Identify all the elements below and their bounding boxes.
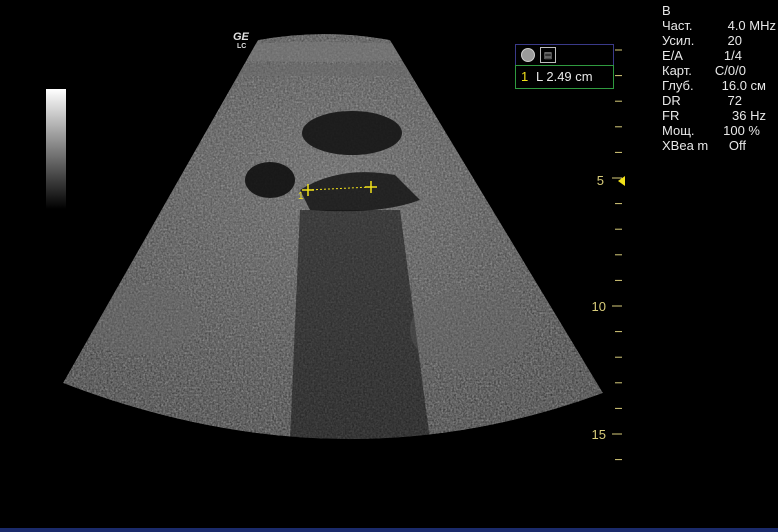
param-value: 72: [727, 93, 742, 108]
param-label: Усил.: [662, 33, 695, 48]
measurement-index: 1: [521, 69, 529, 84]
depth-label-10: 10: [591, 299, 606, 314]
param-value: 20: [727, 33, 742, 48]
ge-logo: GE LC: [233, 32, 249, 51]
param-value: C/0/0: [714, 63, 746, 78]
param-label: Мощ.: [662, 123, 695, 138]
depth-label-15: 15: [591, 427, 606, 442]
icon-box[interactable]: ▤: [515, 44, 614, 66]
circle-icon[interactable]: [521, 48, 535, 62]
param-value: Off: [728, 138, 746, 153]
caliper-label: 1: [298, 191, 304, 202]
logo-sub: LC: [237, 43, 247, 50]
scan-sector: [63, 34, 603, 440]
param-value: 16.0 см: [721, 78, 766, 93]
probe-icon[interactable]: ▤: [540, 47, 556, 63]
mode-label: B: [662, 3, 671, 18]
ultrasound-screen: GE LC ▤ 1 L 2.49 cm 1 5 10 15 B Част. 4.…: [0, 0, 778, 532]
param-label: Част.: [662, 18, 693, 33]
bottom-border: [0, 528, 778, 532]
param-label: DR: [662, 93, 681, 108]
param-value: 36 Hz: [732, 108, 766, 123]
grayscale-bar: [46, 89, 66, 209]
depth-label-5: 5: [596, 173, 604, 188]
measurement-value: L 2.49 cm: [536, 69, 593, 84]
param-label: Глуб.: [662, 78, 694, 93]
param-label: E/A: [662, 48, 683, 63]
param-label: FR: [662, 108, 680, 123]
depth-ruler: [612, 49, 622, 461]
focus-marker-icon[interactable]: [618, 176, 625, 186]
param-value: 4.0 MHz: [727, 18, 776, 33]
measurement-box: 1 L 2.49 cm: [515, 65, 614, 89]
param-value: 1/4: [723, 48, 742, 63]
param-value: 100 %: [723, 123, 760, 138]
param-label: Карт.: [662, 63, 692, 78]
